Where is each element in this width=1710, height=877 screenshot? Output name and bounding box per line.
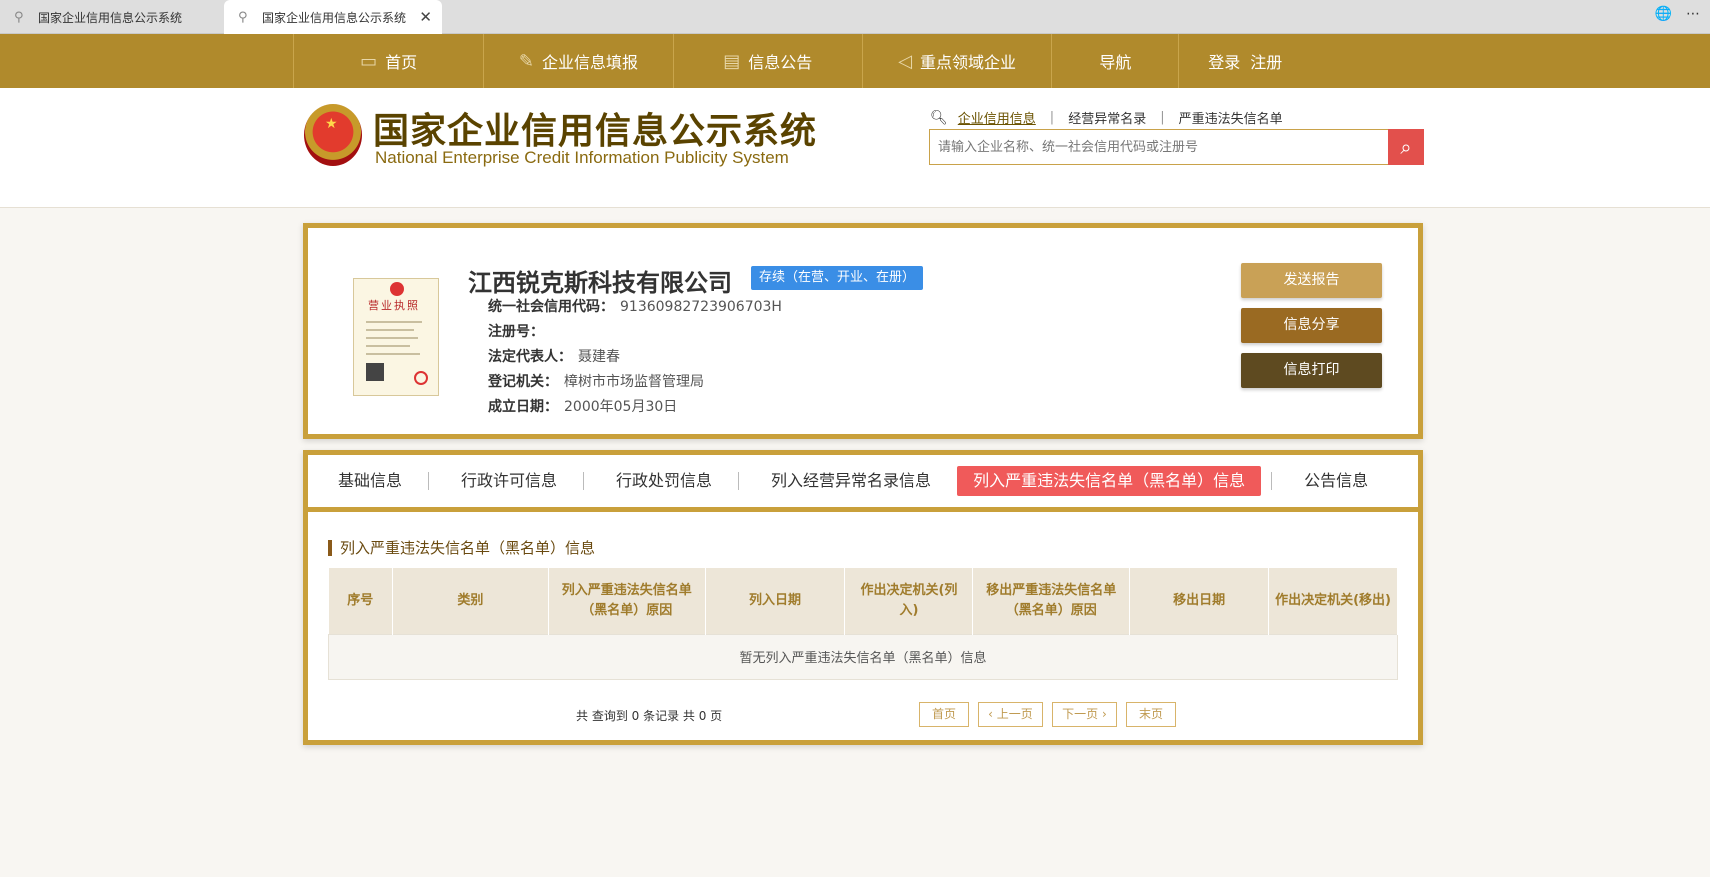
nav-item-report[interactable]: ✎ 企业信息填报 xyxy=(484,34,674,88)
login-link[interactable]: 登录 xyxy=(1208,49,1240,73)
search-box: ⌕ xyxy=(929,129,1424,165)
nav-label: 信息公告 xyxy=(748,53,813,72)
nav-label: 首页 xyxy=(385,53,418,72)
browser-tabbar: ⚲ 国家企业信用信息公示系统 ⚲ 国家企业信用信息公示系统 ✕ 🌐 ⋯ xyxy=(0,0,1710,34)
more-icon[interactable]: ⋯ xyxy=(1686,6,1700,22)
col-header: 类别 xyxy=(392,568,549,634)
divider xyxy=(1271,472,1273,490)
divider xyxy=(738,472,740,490)
share-info-button[interactable]: 信息分享 xyxy=(1241,308,1382,343)
empty-message: 暂无列入严重违法失信名单（黑名单）信息 xyxy=(328,633,1398,680)
document-icon: ▤ xyxy=(723,50,741,72)
section-title: 列入严重违法失信名单（黑名单）信息 xyxy=(328,540,595,556)
divider: | xyxy=(1160,110,1165,125)
send-report-button[interactable]: 发送报告 xyxy=(1241,263,1382,298)
tab-admin-penalty[interactable]: 行政处罚信息 xyxy=(606,466,722,496)
col-header: 序号 xyxy=(328,568,393,634)
pen-icon: ✎ xyxy=(518,50,534,72)
nav-auth: 登录 注册 xyxy=(1179,34,1311,88)
col-header: 列入日期 xyxy=(705,568,846,634)
action-buttons: 发送报告 信息分享 信息打印 xyxy=(1241,263,1382,398)
register-link[interactable]: 注册 xyxy=(1250,49,1282,73)
monitor-icon: ▭ xyxy=(360,50,378,72)
table-row: 暂无列入严重违法失信名单（黑名单）信息 xyxy=(328,633,1398,680)
tab-abnormal-list[interactable]: 列入经营异常名录信息 xyxy=(761,466,941,496)
pager-info: 共 查询到 0 条记录 共 0 页 xyxy=(576,709,723,723)
search-button[interactable]: ⌕ xyxy=(1388,129,1424,165)
blacklist-table: 序号 类别 列入严重违法失信名单（黑名单）原因 列入日期 作出决定机关(列入) … xyxy=(328,568,1398,680)
emblem-icon xyxy=(390,282,404,296)
browser-tab-1[interactable]: ⚲ 国家企业信用信息公示系统 xyxy=(0,0,222,34)
detail-panel: 基础信息 行政许可信息 行政处罚信息 列入经营异常名录信息 列入严重违法失信名单… xyxy=(303,450,1423,745)
nav-item-key-sectors[interactable]: ◁ 重点领域企业 xyxy=(863,34,1053,88)
speaker-icon: ◁ xyxy=(898,50,913,72)
nav-label: 重点领域企业 xyxy=(920,53,1017,72)
caret-left-icon: ‹ xyxy=(988,707,997,721)
caret-right-icon: › xyxy=(1098,707,1107,721)
next-page-button[interactable]: 下一页 › xyxy=(1052,702,1117,727)
status-badge: 存续（在营、开业、在册） xyxy=(751,266,924,290)
search-input[interactable] xyxy=(930,130,1388,164)
info-reg-no: 注册号： xyxy=(488,324,544,340)
print-info-button[interactable]: 信息打印 xyxy=(1241,353,1382,388)
business-license-image[interactable]: 营业执照 xyxy=(353,278,439,396)
browser-tab-title: 国家企业信用信息公示系统 xyxy=(262,10,407,25)
divider xyxy=(583,472,585,490)
tab-announcements[interactable]: 公告信息 xyxy=(1294,466,1378,496)
tab-blacklist[interactable]: 列入严重违法失信名单（黑名单）信息 xyxy=(957,466,1262,496)
search-link-credit[interactable]: 企业信用信息 xyxy=(958,108,1036,127)
col-header: 作出决定机关(列入) xyxy=(844,568,974,634)
col-header: 列入严重违法失信名单（黑名单）原因 xyxy=(548,568,706,634)
seal-icon xyxy=(414,371,428,385)
site-title-en: National Enterprise Credit Information P… xyxy=(375,148,789,167)
search-type-links: 🔍︎ 企业信用信息 | 经营异常名录 | 严重违法失信名单 xyxy=(930,108,1283,128)
search-icon: ⌕ xyxy=(1400,135,1412,159)
pagination: 首页 ‹ 上一页 下一页 › 末页 xyxy=(919,702,1176,727)
detail-tabs: 基础信息 行政许可信息 行政处罚信息 列入经营异常名录信息 列入严重违法失信名单… xyxy=(308,455,1418,512)
tab-admin-license[interactable]: 行政许可信息 xyxy=(451,466,567,496)
qr-code-icon xyxy=(366,363,384,381)
prev-page-button[interactable]: ‹ 上一页 xyxy=(978,702,1043,727)
browser-tab-2[interactable]: ⚲ 国家企业信用信息公示系统 ✕ xyxy=(224,0,442,34)
site-title: 国家企业信用信息公示系统 xyxy=(373,110,818,152)
col-header: 移出严重违法失信名单（黑名单）原因 xyxy=(972,568,1131,634)
divider: | xyxy=(1049,110,1055,125)
first-page-button[interactable]: 首页 xyxy=(919,702,969,727)
col-header: 移出日期 xyxy=(1129,568,1270,634)
globe-icon[interactable]: 🌐 xyxy=(1655,6,1672,22)
search-link-abnormal[interactable]: 经营异常名录 xyxy=(1068,108,1146,127)
nav-label: 导航 xyxy=(1099,53,1132,72)
nav-item-navigation[interactable]: 导航 xyxy=(1052,34,1180,88)
search-icon: 🔍︎ xyxy=(930,109,948,126)
info-founded: 成立日期： 2000年05月30日 xyxy=(488,399,678,415)
company-name: 江西锐克斯科技有限公司 xyxy=(468,269,732,297)
site-header: ★ 国家企业信用信息公示系统 National Enterprise Credi… xyxy=(0,88,1710,208)
top-nav: ▭ 首页 ✎ 企业信息填报 ▤ 信息公告 ◁ 重点领域企业 导航 登录 注册 xyxy=(0,34,1710,88)
national-emblem-icon: ★ xyxy=(304,104,362,166)
tab-basic-info[interactable]: 基础信息 xyxy=(328,466,412,496)
license-label: 营业执照 xyxy=(368,299,420,312)
info-credit-code: 统一社会信用代码： 91360982723906703H xyxy=(488,299,782,315)
nav-item-home[interactable]: ▭ 首页 xyxy=(294,34,485,88)
info-legal-rep: 法定代表人： 聂建春 xyxy=(488,349,620,365)
table-header-row: 序号 类别 列入严重违法失信名单（黑名单）原因 列入日期 作出决定机关(列入) … xyxy=(328,568,1398,634)
link-icon: ⚲ xyxy=(238,9,248,25)
close-tab-icon[interactable]: ✕ xyxy=(419,8,432,26)
info-authority: 登记机关： 樟树市市场监督管理局 xyxy=(488,374,704,390)
browser-tab-title: 国家企业信用信息公示系统 xyxy=(38,10,183,25)
nav-item-notice[interactable]: ▤ 信息公告 xyxy=(674,34,863,88)
col-header: 作出决定机关(移出) xyxy=(1268,568,1398,634)
nav-label: 企业信息填报 xyxy=(541,53,638,72)
divider xyxy=(428,472,430,490)
link-icon: ⚲ xyxy=(14,9,24,25)
search-link-blacklist[interactable]: 严重违法失信名单 xyxy=(1179,108,1283,127)
last-page-button[interactable]: 末页 xyxy=(1126,702,1176,727)
company-card: 营业执照 江西锐克斯科技有限公司 存续（在营、开业、在册） 统一社会信用代码： 9… xyxy=(303,223,1423,439)
